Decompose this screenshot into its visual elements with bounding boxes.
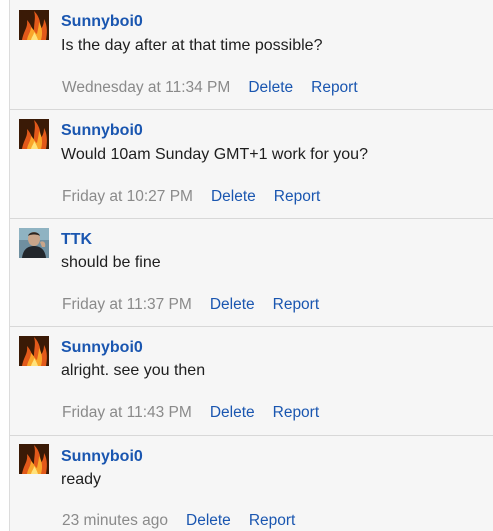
report-link[interactable]: Report	[273, 404, 320, 421]
delete-link[interactable]: Delete	[211, 188, 256, 205]
message-text: Is the day after at that time possible?	[61, 37, 323, 54]
fire-avatar[interactable]	[19, 444, 49, 474]
report-link[interactable]: Report	[249, 512, 296, 529]
message-author[interactable]: Sunnyboi0	[61, 448, 143, 466]
message-meta: Wednesday at 11:34 PM Delete Report	[62, 79, 358, 97]
report-link[interactable]: Report	[273, 296, 320, 313]
message-timestamp[interactable]: Friday at 11:43 PM	[62, 404, 192, 421]
message-author[interactable]: TTK	[61, 231, 92, 249]
fire-avatar[interactable]	[19, 336, 49, 366]
message-timestamp[interactable]: Wednesday at 11:34 PM	[62, 79, 230, 96]
message-meta: 23 minutes ago Delete Report	[62, 512, 295, 530]
message-item: Sunnyboi0 Would 10am Sunday GMT+1 work f…	[10, 110, 493, 219]
report-link[interactable]: Report	[274, 188, 321, 205]
message-author[interactable]: Sunnyboi0	[61, 122, 143, 140]
delete-link[interactable]: Delete	[248, 79, 293, 96]
message-meta: Friday at 11:43 PM Delete Report	[62, 404, 319, 422]
message-text: should be fine	[61, 254, 161, 271]
fire-avatar[interactable]	[19, 119, 49, 149]
message-timestamp[interactable]: Friday at 10:27 PM	[62, 188, 193, 205]
report-link[interactable]: Report	[311, 79, 358, 96]
message-author[interactable]: Sunnyboi0	[61, 13, 143, 31]
message-meta: Friday at 10:27 PM Delete Report	[62, 188, 320, 206]
message-timestamp[interactable]: Friday at 11:37 PM	[62, 296, 192, 313]
message-item: Sunnyboi0 ready 23 minutes ago Delete Repo…	[10, 436, 493, 531]
message-author[interactable]: Sunnyboi0	[61, 339, 143, 357]
message-thread: Sunnyboi0 Is the day after at that time …	[9, 0, 493, 531]
message-text: ready	[61, 471, 102, 488]
delete-link[interactable]: Delete	[186, 512, 231, 529]
message-meta: Friday at 11:37 PM Delete Report	[62, 296, 319, 314]
message-item: TTK should be fine Friday at 11:37 PM Del…	[10, 219, 493, 327]
message-item: Sunnyboi0 alright. see you then Friday a…	[10, 327, 493, 436]
person-avatar[interactable]	[19, 228, 49, 258]
delete-link[interactable]: Delete	[210, 404, 255, 421]
message-timestamp[interactable]: 23 minutes ago	[62, 512, 168, 529]
message-item: Sunnyboi0 Is the day after at that time …	[10, 0, 493, 110]
fire-avatar[interactable]	[19, 10, 49, 40]
message-text: Would 10am Sunday GMT+1 work for you?	[61, 146, 368, 163]
message-text: alright. see you then	[61, 362, 206, 379]
delete-link[interactable]: Delete	[210, 296, 255, 313]
